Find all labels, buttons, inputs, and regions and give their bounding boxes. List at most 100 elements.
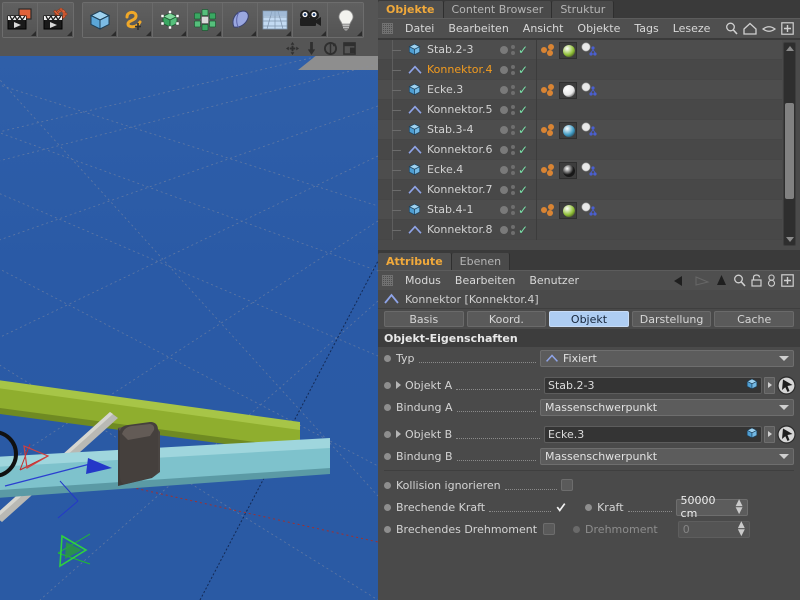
scrollbar-thumb[interactable]: [785, 103, 794, 199]
object-row[interactable]: Konnektor.7 ✓: [378, 179, 782, 200]
render-settings-button[interactable]: [38, 3, 73, 37]
object-row[interactable]: Ecke.4 ✓: [378, 159, 782, 180]
physics-tag-icon[interactable]: [580, 202, 598, 219]
visibility-dot-icon[interactable]: [500, 66, 508, 74]
dynamics-tag-icon[interactable]: [540, 163, 556, 177]
param-bullet-icon[interactable]: [384, 403, 391, 411]
deformer-button[interactable]: [223, 3, 258, 37]
objekt-b-pick-button[interactable]: [777, 424, 796, 444]
brechende-kraft-checkbox[interactable]: [555, 501, 567, 513]
tab-content-browser[interactable]: Content Browser: [443, 1, 553, 18]
property-tab-darstellung[interactable]: Darstellung: [631, 311, 712, 327]
tab-ebenen[interactable]: Ebenen: [451, 253, 511, 270]
editor-render-dots-icon[interactable]: [511, 45, 515, 55]
enabled-checkmark-icon[interactable]: ✓: [518, 204, 528, 216]
object-manager-list[interactable]: Stab.2-3 ✓ Konnektor.4 ✓ Ecke.3 ✓ Konnektor.5 ✓…: [378, 40, 800, 250]
object-row[interactable]: Konnektor.8 ✓: [378, 219, 782, 240]
bindung-b-control[interactable]: Massenschwerpunkt: [540, 447, 794, 465]
dynamics-tag-icon[interactable]: [540, 83, 556, 97]
object-row[interactable]: Stab.3-4 ✓: [378, 119, 782, 140]
move-view-icon[interactable]: [286, 41, 299, 55]
object-row[interactable]: Ecke.3 ✓: [378, 79, 782, 100]
typ-dropdown[interactable]: Fixiert: [540, 349, 794, 367]
menu-ansicht[interactable]: Ansicht: [516, 19, 571, 39]
expand-arrow-icon[interactable]: [396, 430, 401, 438]
nurbs-button[interactable]: [153, 3, 188, 37]
object-row[interactable]: Stab.2-3 ✓: [378, 40, 782, 60]
dynamics-tag-icon[interactable]: [540, 43, 556, 57]
param-bullet-icon[interactable]: [384, 503, 391, 511]
bindung-a-control[interactable]: Massenschwerpunkt: [540, 398, 794, 416]
objekt-b-expand-button[interactable]: [764, 425, 775, 443]
expand-arrow-icon[interactable]: [396, 381, 401, 389]
spline-button[interactable]: [118, 3, 153, 37]
physics-tag-icon[interactable]: [580, 82, 598, 99]
param-bullet-icon[interactable]: [384, 354, 391, 362]
enabled-checkmark-icon[interactable]: ✓: [518, 144, 528, 156]
visibility-dot-icon[interactable]: [500, 146, 508, 154]
property-tab-cache[interactable]: Cache: [714, 311, 794, 327]
editor-render-dots-icon[interactable]: [511, 125, 515, 135]
maximize-view-icon[interactable]: [343, 41, 356, 55]
physics-tag-icon[interactable]: [580, 42, 598, 59]
menu-bearbeiten[interactable]: Bearbeiten: [448, 271, 522, 291]
visibility-dot-icon[interactable]: [500, 46, 508, 54]
param-bullet-icon[interactable]: [384, 381, 391, 389]
up-arrow-icon[interactable]: [715, 274, 728, 287]
scale-view-icon[interactable]: [305, 41, 318, 55]
scroll-down-arrow-icon[interactable]: [786, 237, 794, 242]
visibility-dot-icon[interactable]: [500, 186, 508, 194]
dynamics-tag-icon[interactable]: [540, 203, 556, 217]
back-arrow-icon[interactable]: [673, 275, 689, 287]
editor-render-dots-icon[interactable]: [511, 85, 515, 95]
brechendes-drehmoment-checkbox[interactable]: [543, 523, 556, 535]
typ-control[interactable]: Fixiert: [540, 349, 794, 367]
property-tab-koord[interactable]: Koord.: [466, 311, 547, 327]
cube-object-icon[interactable]: [408, 82, 423, 97]
physics-tag-icon[interactable]: [580, 162, 598, 179]
tab-attribute[interactable]: Attribute: [378, 253, 452, 270]
kollision-ignorieren-checkbox[interactable]: [560, 479, 573, 491]
lock-icon[interactable]: [751, 274, 762, 287]
editor-render-dots-icon[interactable]: [511, 65, 515, 75]
cube-object-icon[interactable]: [408, 122, 423, 137]
editor-render-dots-icon[interactable]: [511, 205, 515, 215]
menu-bearbeiten[interactable]: Bearbeiten: [441, 19, 515, 39]
array-button[interactable]: [188, 3, 223, 37]
property-tab-objekt[interactable]: Objekt: [549, 311, 629, 327]
cube-object-icon[interactable]: [408, 202, 423, 217]
dynamics-tag-icon[interactable]: [540, 123, 556, 137]
rotate-view-icon[interactable]: [324, 41, 337, 55]
connector-object-icon[interactable]: [408, 62, 423, 77]
editor-render-dots-icon[interactable]: [511, 105, 515, 115]
cube-object-icon[interactable]: [408, 162, 423, 177]
menu-modus[interactable]: Modus: [398, 271, 448, 291]
param-bullet-icon[interactable]: [384, 430, 391, 438]
home-icon[interactable]: [743, 22, 757, 35]
property-tab-basis[interactable]: Basis: [384, 311, 464, 327]
bindung-a-dropdown[interactable]: Massenschwerpunkt: [540, 398, 794, 416]
physics-tag-icon[interactable]: [580, 122, 598, 139]
enabled-checkmark-icon[interactable]: ✓: [518, 104, 528, 116]
object-row[interactable]: Konnektor.5 ✓: [378, 99, 782, 120]
objekt-b-control[interactable]: Ecke.3: [544, 424, 796, 444]
tab-struktur[interactable]: Struktur: [552, 1, 615, 18]
objekt-a-expand-button[interactable]: [764, 376, 775, 394]
search-icon[interactable]: [733, 274, 746, 287]
link-icon[interactable]: [767, 274, 776, 287]
search-icon[interactable]: [725, 22, 738, 35]
scene-button[interactable]: [258, 3, 293, 37]
material-tag-icon[interactable]: [559, 41, 577, 59]
enabled-checkmark-icon[interactable]: ✓: [518, 164, 528, 176]
param-bullet-icon[interactable]: [384, 525, 391, 533]
param-bullet-icon[interactable]: [585, 503, 593, 511]
objekt-a-linkfield[interactable]: Stab.2-3: [544, 376, 762, 394]
enabled-checkmark-icon[interactable]: ✓: [518, 224, 528, 236]
visibility-dot-icon[interactable]: [500, 166, 508, 174]
menu-leseze[interactable]: Leseze: [666, 19, 718, 39]
param-bullet-icon[interactable]: [384, 481, 391, 489]
visibility-dot-icon[interactable]: [500, 206, 508, 214]
objekt-b-linkfield[interactable]: Ecke.3: [544, 425, 762, 443]
editor-render-dots-icon[interactable]: [511, 225, 515, 235]
param-bullet-icon[interactable]: [384, 452, 391, 460]
